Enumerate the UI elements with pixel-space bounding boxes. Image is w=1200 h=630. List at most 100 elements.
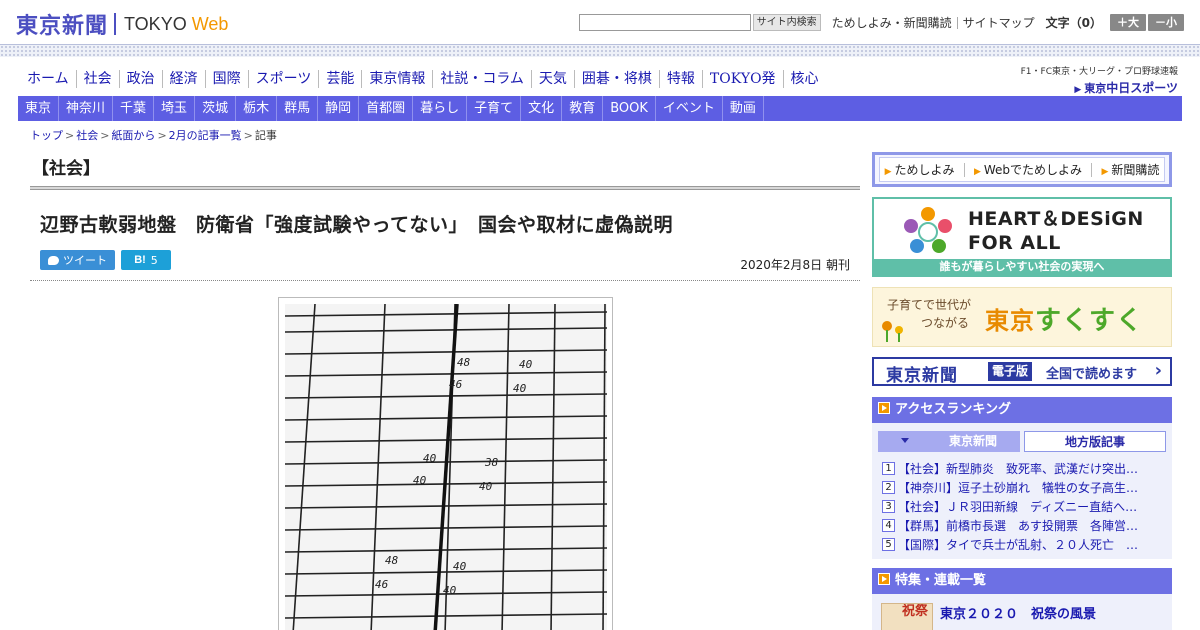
ranking-item[interactable]: 5 【国際】タイで兵士が乱射、２０人死亡 … [882,535,1166,554]
ranking-header: アクセスランキング [872,397,1172,423]
chevron-right-icon: › [1154,360,1162,381]
subnav-shizuoka[interactable]: 静岡 [318,96,360,121]
site-header: 東京新聞 TOKYO Web サイト内検索 ためしよみ・新聞購読 サイトマップ … [0,0,1200,46]
logo-web-text: Web [191,13,229,34]
ranking-number: 1 [882,462,895,475]
ranking-list: 1 【社会】新型肺炎 致死率、武漢だけ突出… 2 【神奈川】逗子土砂崩れ 犠牲の女子… [882,459,1166,554]
ranking-item[interactable]: 2 【神奈川】逗子土砂崩れ 犠牲の女子高生… [882,478,1166,497]
subnav-kurashi[interactable]: 暮らし [413,96,468,121]
subnav-ibaraki[interactable]: 茨城 [195,96,237,121]
header-divider-strip [0,44,1200,57]
breadcrumb-separator: > [100,129,110,142]
photo-number: 38 [484,456,499,469]
logo-divider [114,13,117,35]
ranking-tab-tokyo[interactable]: 東京新聞 [878,431,1020,452]
arrow-right-icon: ▶ [973,167,981,177]
flower-icon [882,321,903,342]
nav-politics[interactable]: 政治 [118,70,162,88]
nav-editorial[interactable]: 社説・コラム [432,70,531,88]
nav-international[interactable]: 国際 [204,70,248,88]
article-headline: 辺野古軟弱地盤 防衛省「強度試験やってない」 国会や取材に虚偽説明 [40,214,674,236]
nav-tokyo-info[interactable]: 東京情報 [361,70,432,88]
trial-read-link[interactable]: ▶ ためしよみ [885,161,955,178]
subnav-event[interactable]: イベント [656,96,723,121]
logo-tokyo-text: TOKYO [124,13,187,34]
digital-edition-banner[interactable]: 東京新聞 電子版 全国で読めます › [872,357,1172,386]
photo-number: 48 [457,356,471,369]
ranking-item[interactable]: 3 【社会】ＪＲ羽田新線 ディズニー直結へ… [882,497,1166,516]
nav-go-shogi[interactable]: 囲碁・将棋 [573,70,659,88]
trial-links-box: ▶ ためしよみ ▶ Webでためしよみ ▶ 新聞購読 [872,152,1172,187]
nav-weather[interactable]: 天気 [530,70,574,88]
feature-panel: 祝祭 東京２０２０ 祝祭の風景 [872,594,1172,630]
hatena-count: 5 [150,253,158,267]
feature-header: 特集・連載一覧 [872,568,1172,594]
tweet-button[interactable]: ツイート [40,250,115,270]
photo-number: 40 [453,560,467,573]
heart-design-banner[interactable]: HEART＆DESiGN FOR ALL 誰もが暮らしやすい社会の実現へ [872,197,1172,277]
text-size-label: 文字（0） [1045,16,1102,30]
nav-society[interactable]: 社会 [75,70,119,88]
ranking-text: 【神奈川】逗子土砂崩れ 犠牲の女子高生… [898,481,1139,495]
sukusuku-logo-tokyo: 東京 [985,307,1035,335]
subnav-video[interactable]: 動画 [723,96,764,121]
web-trial-link[interactable]: ▶ Webでためしよみ [974,161,1082,178]
ranking-number: 5 [882,538,895,551]
nav-economy[interactable]: 経済 [161,70,205,88]
article-photo[interactable]: 48 40 46 40 40 38 40 40 48 40 46 40 [278,297,613,630]
hatena-bookmark-button[interactable]: B! 5 [121,250,171,270]
nav-sports[interactable]: スポーツ [247,70,319,88]
nav-tokyo-hatsu[interactable]: TOKYO発 [701,70,783,88]
sukusuku-banner[interactable]: 子育てで世代が つながる 東京すくすく [872,287,1172,347]
sukusuku-logo-text: すくすく [1035,306,1144,336]
ranking-tab-local[interactable]: 地方版記事 [1024,431,1166,452]
subnav-shutoken[interactable]: 首都圏 [359,96,414,121]
breadcrumb-society[interactable]: 社会 [76,129,98,142]
nav-tokuho[interactable]: 特報 [658,70,702,88]
ranking-number: 4 [882,519,895,532]
subnav-gunma[interactable]: 群馬 [277,96,319,121]
ranking-panel: 東京新聞 地方版記事 1 【社会】新型肺炎 致死率、武漢だけ突出… 2 【神奈川】逗… [872,423,1172,559]
breadcrumb-month-list[interactable]: 2月の記事一覧 [169,129,242,142]
subnav-kosodate[interactable]: 子育て [467,96,522,121]
breadcrumb-separator: > [65,129,75,142]
nav-kakushin[interactable]: 核心 [782,70,826,88]
chunichi-sports-link[interactable]: F1・FC東京・大リーグ・プロ野球速報 ▶ 東京中日スポーツ [1021,64,1178,96]
text-size-down-button[interactable]: －小 [1148,14,1184,31]
photo-number: 40 [443,584,457,597]
site-search-button[interactable]: サイト内検索 [752,14,821,31]
sitemap-link[interactable]: サイトマップ [956,16,1040,29]
subnav-tokyo[interactable]: 東京 [18,96,60,121]
photo-number: 40 [513,382,527,395]
photo-number: 48 [385,554,399,567]
subnav-culture[interactable]: 文化 [521,96,563,121]
subscribe-link[interactable]: ためしよみ・新聞購読 [827,17,957,29]
site-search-input[interactable] [578,14,751,31]
nav-entertainment[interactable]: 芸能 [318,70,361,88]
section-rule [30,186,860,190]
subscribe-newspaper-link[interactable]: ▶ 新聞購読 [1101,161,1159,178]
trial-separator [1091,162,1093,177]
nav-home[interactable]: ホーム [20,70,76,88]
subnav-chiba[interactable]: 千葉 [113,96,155,121]
ranking-item[interactable]: 4 【群馬】前橋市長選 あす投開票 各陣営… [882,516,1166,535]
subnav-kanagawa[interactable]: 神奈川 [59,96,114,121]
subnav-saitama[interactable]: 埼玉 [154,96,196,121]
feature-thumbnail[interactable]: 祝祭 [881,603,933,630]
breadcrumb-current: 記事 [254,129,277,142]
site-logo[interactable]: 東京新聞 TOKYO Web [16,8,228,40]
heart-design-title: HEART＆DESiGN FOR ALL [968,207,1144,255]
digital-edition-tag: 電子版 [988,362,1033,381]
ranking-title: アクセスランキング [895,402,1011,417]
photo-number: 46 [375,578,389,591]
ranking-item[interactable]: 1 【社会】新型肺炎 致死率、武漢だけ突出… [882,459,1166,478]
chunichi-logo: ▶ 東京中日スポーツ [1021,79,1178,96]
feature-item-link[interactable]: 東京２０２０ 祝祭の風景 [940,603,1096,622]
text-size-up-button[interactable]: ＋大 [1110,14,1146,31]
breadcrumb-print[interactable]: 紙面から [111,129,155,142]
subnav-education[interactable]: 教育 [562,96,604,121]
subnav-book[interactable]: BOOK [603,96,656,121]
breadcrumb-separator: > [157,129,167,142]
breadcrumb-top[interactable]: トップ [30,129,63,142]
subnav-tochigi[interactable]: 栃木 [236,96,278,121]
